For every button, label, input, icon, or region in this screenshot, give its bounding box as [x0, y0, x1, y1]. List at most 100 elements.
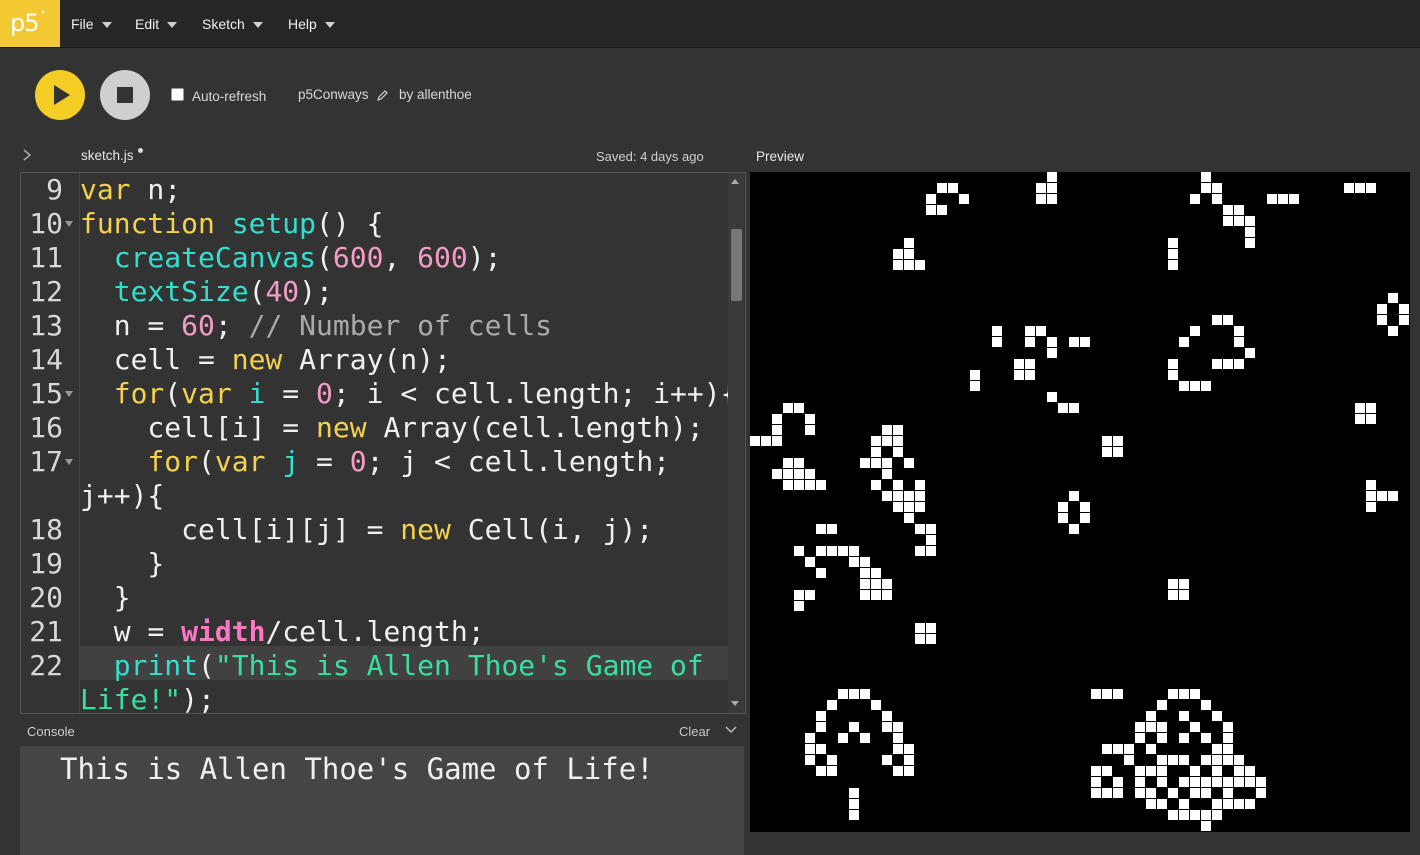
code-line[interactable]: } — [80, 547, 164, 581]
sketch-name[interactable]: p5Conways — [298, 87, 369, 102]
scroll-up-icon[interactable] — [731, 179, 739, 184]
live-cell — [1146, 788, 1156, 798]
play-button[interactable] — [35, 70, 85, 120]
live-cell — [1124, 755, 1134, 765]
live-cell — [1168, 755, 1178, 765]
code-token: var — [181, 377, 232, 410]
console-clear-button[interactable]: Clear — [679, 724, 710, 739]
live-cell — [1223, 216, 1233, 226]
code-line[interactable]: print("This is Allen Thoe's Game of — [80, 649, 704, 683]
code-line[interactable]: for(var j = 0; j < cell.length; — [80, 445, 670, 479]
live-cell — [1113, 447, 1123, 457]
live-cell — [1069, 524, 1079, 534]
live-cell — [1245, 799, 1255, 809]
code-line[interactable]: cell = new Array(n); — [80, 343, 451, 377]
code-line[interactable]: } — [80, 581, 131, 615]
live-cell — [1135, 788, 1145, 798]
fold-arrow-icon[interactable] — [65, 391, 73, 397]
menu-edit[interactable]: Edit — [135, 16, 178, 32]
live-cell — [1234, 799, 1244, 809]
live-cell — [871, 436, 881, 446]
code-token: } — [80, 547, 165, 580]
code-editor[interactable]: 9 var n; 10 function setup() {11 createCanv… — [20, 172, 746, 714]
code-line[interactable]: w = width/cell.length; — [80, 615, 485, 649]
live-cell — [1168, 249, 1178, 259]
menu-help[interactable]: Help — [288, 16, 335, 32]
live-cell — [1388, 326, 1398, 336]
live-cell — [860, 568, 870, 578]
live-cell — [1102, 766, 1112, 776]
live-cell — [1190, 810, 1200, 820]
pencil-icon[interactable] — [377, 88, 389, 106]
line-number: 12 — [29, 275, 63, 308]
live-cell — [1223, 315, 1233, 325]
line-number: 19 — [29, 547, 63, 580]
live-cell — [915, 546, 925, 556]
live-cell — [1047, 337, 1057, 347]
live-cell — [772, 414, 782, 424]
menu-sketch[interactable]: Sketch — [202, 16, 263, 32]
code-token: "This is Allen Thoe's Game of — [214, 649, 704, 682]
code-line[interactable]: Life!"); — [80, 683, 215, 713]
live-cell — [1234, 359, 1244, 369]
live-cell — [1212, 183, 1222, 193]
sidebar-toggle-chevron-icon[interactable] — [20, 148, 34, 162]
live-cell — [893, 722, 903, 732]
code-line[interactable]: function setup() { — [80, 207, 383, 241]
live-cell — [1168, 579, 1178, 589]
code-line[interactable]: cell[i] = new Array(cell.length); — [80, 411, 703, 445]
code-line[interactable]: textSize(40); — [80, 275, 333, 309]
scroll-down-icon[interactable] — [731, 701, 739, 706]
live-cell — [1047, 348, 1057, 358]
code-line[interactable]: for(var i = 0; i < cell.length; i++){ — [80, 377, 738, 411]
line-number: 21 — [29, 615, 63, 648]
live-cell — [1366, 414, 1376, 424]
live-cell — [1014, 359, 1024, 369]
saved-status: Saved: 4 days ago — [596, 149, 704, 164]
code-token: createCanvas — [113, 241, 317, 274]
chevron-down-icon[interactable] — [724, 723, 738, 742]
fold-arrow-icon[interactable] — [65, 221, 73, 227]
menu-file[interactable]: File — [71, 16, 112, 32]
live-cell — [1201, 172, 1211, 182]
stop-button[interactable] — [100, 70, 150, 120]
code-line[interactable]: n = 60; // Number of cells — [80, 309, 552, 343]
live-cell — [959, 194, 969, 204]
tab-sketch-js[interactable]: sketch.js — [81, 148, 143, 163]
live-cell — [772, 425, 782, 435]
code-line[interactable]: var n; — [80, 173, 181, 207]
live-cell — [1036, 183, 1046, 193]
code-token: j — [282, 445, 300, 478]
live-cell — [783, 403, 793, 413]
p5-logo[interactable]: p5 * — [0, 0, 60, 47]
preview-canvas[interactable] — [750, 172, 1410, 832]
live-cell — [904, 502, 914, 512]
menu-sketch-label: Sketch — [202, 16, 245, 32]
live-cell — [871, 568, 881, 578]
code-token: 600 — [417, 241, 468, 274]
live-cell — [1399, 315, 1409, 325]
live-cell — [1377, 304, 1387, 314]
live-cell — [1146, 799, 1156, 809]
scroll-thumb[interactable] — [731, 229, 742, 301]
live-cell — [838, 689, 848, 699]
code-line[interactable]: cell[i][j] = new Cell(i, j); — [80, 513, 653, 547]
live-cell — [926, 535, 936, 545]
live-cell — [1201, 183, 1211, 193]
live-cell — [816, 480, 826, 490]
live-cell — [827, 755, 837, 765]
auto-refresh-checkbox[interactable] — [171, 88, 184, 101]
live-cell — [816, 568, 826, 578]
live-cell — [1179, 590, 1189, 600]
live-cell — [871, 447, 881, 457]
live-cell — [1201, 733, 1211, 743]
code-token: ; — [214, 309, 249, 342]
code-line[interactable]: j++){ — [80, 479, 164, 513]
live-cell — [1377, 491, 1387, 501]
line-number: 15 — [29, 377, 63, 410]
live-cell — [1223, 722, 1233, 732]
code-token: cell[i][j] = — [80, 513, 401, 546]
fold-arrow-icon[interactable] — [65, 459, 73, 465]
code-line[interactable]: createCanvas(600, 600); — [80, 241, 502, 275]
live-cell — [838, 733, 848, 743]
